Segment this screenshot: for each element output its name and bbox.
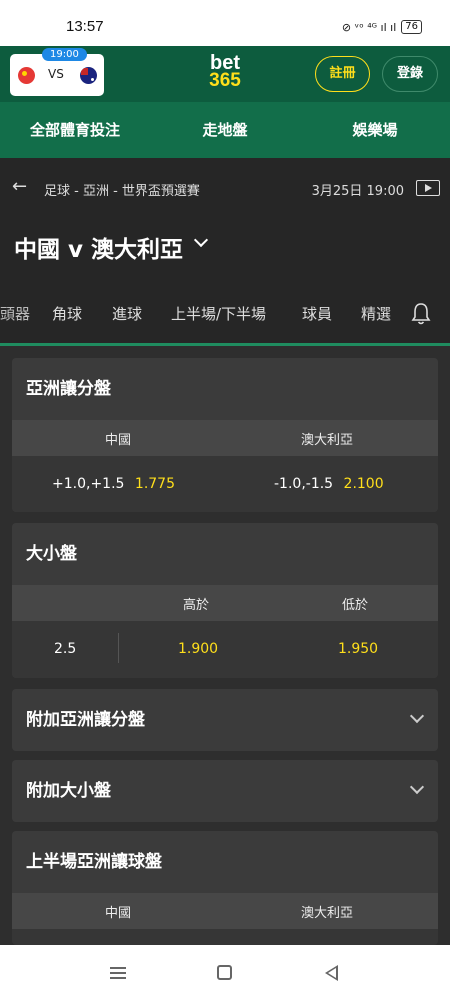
back-icon[interactable] <box>325 965 338 981</box>
tab-featured[interactable]: 精選 <box>361 303 391 324</box>
market-title-text: 附加亞洲讓分盤 <box>26 710 145 730</box>
breadcrumb-row: ← 足球 - 亞洲 - 世界盃預選賽 3月25日 19:00 <box>12 176 440 199</box>
system-nav-bar <box>0 945 450 1000</box>
column-headers: 中國 澳大利亞 <box>12 893 438 929</box>
first-half-ah-card: 上半場亞洲讓球盤 中國 澳大利亞 <box>12 831 438 945</box>
odds-row: +1.0,+1.5 1.775 -1.0,-1.5 2.100 <box>12 456 438 512</box>
nav-in-play[interactable]: 走地盤 <box>150 102 300 158</box>
match-time-badge: 19:00 <box>42 48 87 61</box>
market-title[interactable]: 上半場亞洲讓球盤 <box>12 831 438 893</box>
breadcrumb[interactable]: 足球 - 亞洲 - 世界盃預選賽 <box>44 180 200 199</box>
bet365-logo[interactable]: bet 365 <box>205 53 245 91</box>
market-title-text: 附加大小盤 <box>26 781 111 801</box>
app-header: 19:00 VS bet 365 註冊 登錄 <box>0 46 450 102</box>
market-title[interactable]: 亞洲讓分盤 <box>12 358 438 420</box>
under-odds[interactable]: 1.950 <box>338 641 378 657</box>
battery-icon: 76 <box>401 20 422 34</box>
match-chip[interactable]: 19:00 VS <box>10 48 104 96</box>
odds-cell-team2[interactable]: -1.0,-1.5 2.100 <box>274 476 384 492</box>
register-button[interactable]: 註冊 <box>315 56 370 92</box>
extra-asian-card[interactable]: 附加亞洲讓分盤 <box>12 689 438 751</box>
status-time: 13:57 <box>66 18 104 35</box>
team2-header: 澳大利亞 <box>301 906 354 921</box>
live-stream-icon[interactable] <box>416 180 440 196</box>
team1-header: 中國 <box>105 906 132 921</box>
column-headers: 中國 澳大利亞 <box>12 420 438 456</box>
totals-card: 大小盤 高於 低於 2.5 1.900 1.950 <box>12 523 438 678</box>
team1-header: 中國 <box>105 433 132 448</box>
status-icons: ⊘ ᵛᵒ ⁴ᴳ ıl ıl 76 <box>342 20 422 34</box>
vs-label: VS <box>48 67 64 81</box>
column-headers: 高於 低於 <box>12 585 438 621</box>
row-divider <box>118 633 119 663</box>
nav-all-sports[interactable]: 全部體育投注 <box>0 102 150 158</box>
total-line: 2.5 <box>54 641 77 657</box>
tab-goals[interactable]: 進球 <box>112 303 142 324</box>
home-icon[interactable] <box>217 965 232 980</box>
extra-totals-card[interactable]: 附加大小盤 <box>12 760 438 822</box>
tab-underline <box>0 343 450 346</box>
market-title[interactable]: 附加亞洲讓分盤 <box>12 689 438 751</box>
back-arrow-icon[interactable]: ← <box>12 176 27 197</box>
status-bar: 13:57 ⊘ ᵛᵒ ⁴ᴳ ıl ıl 76 <box>0 0 450 46</box>
australia-flag-icon <box>80 67 97 84</box>
tab-handicaps[interactable]: 頭器 <box>0 303 30 324</box>
signal-icons: ⊘ ᵛᵒ ⁴ᴳ ıl ıl <box>341 20 397 34</box>
odds-row: 2.5 1.900 1.950 <box>12 621 438 678</box>
logo-text-365: 365 <box>209 70 241 91</box>
handicap-line: +1.0,+1.5 <box>52 476 125 492</box>
under-header: 低於 <box>342 598 369 613</box>
team2-header: 澳大利亞 <box>301 433 354 448</box>
nav-casino[interactable]: 娛樂場 <box>300 102 450 158</box>
market-tabs: 頭器 角球 進球 上半場/下半場 球員 精選 <box>0 298 450 334</box>
recent-apps-icon[interactable] <box>110 967 126 979</box>
tab-players[interactable]: 球員 <box>302 303 332 324</box>
handicap-line: -1.0,-1.5 <box>274 476 334 492</box>
tab-half[interactable]: 上半場/下半場 <box>171 303 266 324</box>
market-title[interactable]: 附加大小盤 <box>12 760 438 822</box>
tab-corners[interactable]: 角球 <box>52 303 82 324</box>
main-nav: 全部體育投注 走地盤 娛樂場 <box>0 102 450 158</box>
over-header: 高於 <box>183 598 210 613</box>
odds-value: 2.100 <box>343 476 384 492</box>
chevron-down-icon <box>409 779 425 795</box>
login-button[interactable]: 登錄 <box>382 56 438 92</box>
over-odds[interactable]: 1.900 <box>178 641 218 657</box>
odds-cell-team1[interactable]: +1.0,+1.5 1.775 <box>52 476 175 492</box>
event-header: ← 足球 - 亞洲 - 世界盃預選賽 3月25日 19:00 中國 v 澳大利亞… <box>0 158 450 346</box>
match-title[interactable]: 中國 v 澳大利亞 <box>14 230 183 264</box>
asian-handicap-card: 亞洲讓分盤 中國 澳大利亞 +1.0,+1.5 1.775 -1.0,-1.5 … <box>12 358 438 512</box>
odds-value: 1.775 <box>134 476 175 492</box>
event-date: 3月25日 19:00 <box>311 184 404 199</box>
chevron-down-icon[interactable] <box>193 232 209 248</box>
bell-icon[interactable] <box>410 301 432 327</box>
chevron-down-icon <box>409 708 425 724</box>
market-title[interactable]: 大小盤 <box>12 523 438 585</box>
china-flag-icon <box>18 67 35 84</box>
